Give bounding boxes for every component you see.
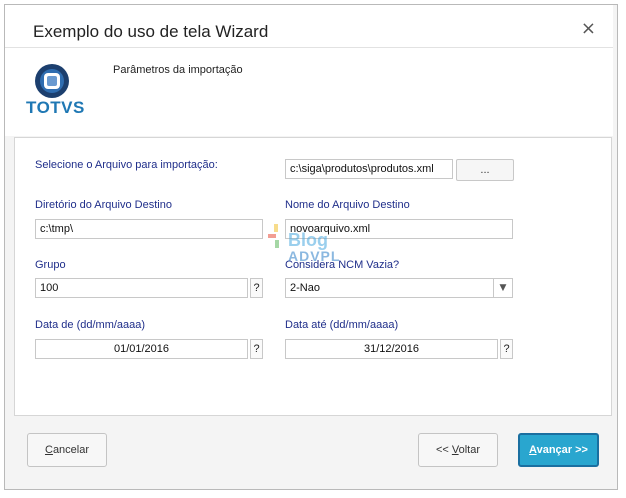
ncm-label: Considera NCM Vazia? (285, 259, 400, 271)
close-icon[interactable]: × (581, 18, 596, 39)
data-ate-label: Data até (dd/mm/aaaa) (285, 319, 399, 331)
back-prefix: << (435, 444, 452, 456)
ncm-select-value: 2-Nao (290, 282, 320, 294)
arquivo-label: Selecione o Arquivo para importação: (35, 159, 218, 171)
step-subtitle: Parâmetros da importação (113, 64, 243, 76)
diretorio-field[interactable]: c:\tmp\ (35, 219, 263, 239)
title-bar: Exemplo do uso de tela Wizard × (5, 5, 613, 48)
next-button[interactable]: Avançar >> (518, 433, 599, 467)
diretorio-label: Diretório do Arquivo Destino (35, 199, 172, 211)
window-title: Exemplo do uso de tela Wizard (33, 22, 269, 41)
wizard-header: Parâmetros da importação (5, 48, 613, 136)
back-button[interactable]: << Voltar (418, 433, 498, 467)
data-de-label: Data de (dd/mm/aaaa) (35, 319, 146, 331)
arquivo-field[interactable]: c:\siga\produtos\produtos.xml (285, 159, 453, 179)
grupo-help-button[interactable]: ? (250, 278, 263, 298)
nome-field[interactable]: novoarquivo.xml (285, 219, 513, 239)
back-label-rest: oltar (458, 444, 481, 456)
totvs-logo-icon (35, 64, 69, 98)
data-ate-help-button[interactable]: ? (500, 339, 513, 359)
next-label-rest: vançar >> (536, 444, 588, 456)
cancel-accel: C (44, 444, 53, 456)
cancel-label-rest: ancelar (52, 444, 90, 456)
cancel-button[interactable]: Cancelar (27, 433, 107, 467)
dropdown-arrow-icon[interactable]: ▼ (493, 279, 512, 297)
ncm-select[interactable]: 2-Nao ▼ (285, 278, 513, 298)
data-de-help-button[interactable]: ? (250, 339, 263, 359)
data-de-field[interactable]: 01/01/2016 (35, 339, 248, 359)
browse-button[interactable]: ... (456, 159, 514, 181)
nome-label: Nome do Arquivo Destino (285, 199, 410, 211)
logo-text: TOTVS (26, 98, 85, 117)
grupo-label: Grupo (35, 259, 66, 271)
grupo-field[interactable]: 100 (35, 278, 248, 298)
back-accel: V (451, 444, 459, 456)
next-accel: A (529, 444, 537, 456)
data-ate-field[interactable]: 31/12/2016 (285, 339, 498, 359)
